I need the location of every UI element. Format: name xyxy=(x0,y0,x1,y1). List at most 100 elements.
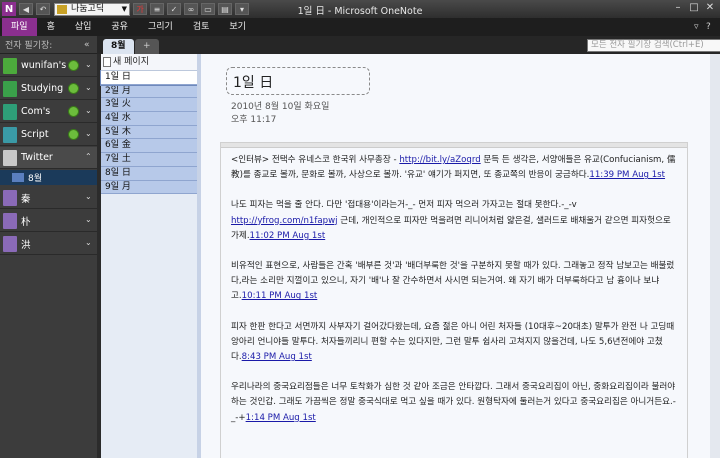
back-icon[interactable]: ◀ xyxy=(19,3,33,15)
notebook-name: Studying xyxy=(21,83,64,94)
qat-more-icon[interactable]: ▾ xyxy=(235,3,249,15)
maximize-icon[interactable]: □ xyxy=(688,2,700,14)
page-date: 2010년 8월 10일 화요일 xyxy=(231,102,330,112)
minimize-icon[interactable]: – xyxy=(672,2,684,14)
notebook-icon xyxy=(3,212,17,229)
notebook-chin[interactable]: 秦 ⌄ xyxy=(0,187,97,209)
chevron-down-icon[interactable]: ⌄ xyxy=(85,129,92,138)
notebook-icon xyxy=(3,189,17,206)
page-title[interactable]: 1일 日 xyxy=(226,67,370,95)
link-icon[interactable]: ∞ xyxy=(184,3,198,15)
page-item[interactable]: 9일 月 xyxy=(101,180,197,195)
dock-icon[interactable]: ▭ xyxy=(201,3,215,15)
section-8wol[interactable]: 8월 xyxy=(0,170,97,185)
notebook-name: Com's xyxy=(21,106,51,117)
notebook-name: 朴 xyxy=(21,216,31,228)
sync-icon xyxy=(68,129,79,140)
tab-review[interactable]: 검토 xyxy=(183,18,220,36)
tweet-timestamp[interactable]: 1:14 PM Aug 1st xyxy=(246,413,316,423)
onenote-window: N ◀ ↶ 나눔고딕 ▼ 가 ≡ ✓ ∞ ▭ ▤ ▾ 1일 日 - Micros… xyxy=(0,0,720,458)
page-item[interactable]: 1일 日 xyxy=(100,70,198,86)
chevron-down-icon[interactable]: ⌄ xyxy=(85,106,92,115)
add-page-button[interactable]: 새 페이지 xyxy=(101,54,197,71)
tweet-paragraph: <인터뷰> 전택수 유네스코 한국위 사무총장 - http://bit.ly/… xyxy=(231,153,680,183)
notebook-twitter[interactable]: Twitter ⌃ xyxy=(0,147,97,169)
onenote-app-icon[interactable]: N xyxy=(2,2,16,16)
chevron-down-icon[interactable]: ⌄ xyxy=(85,215,92,224)
font-color-icon[interactable]: 가 xyxy=(133,3,147,15)
notebook-icon xyxy=(3,149,17,166)
collapse-nav-icon[interactable]: « xyxy=(84,40,90,50)
notebook-coms[interactable]: Com's ⌄ xyxy=(0,101,97,123)
search-input[interactable]: 모든 전자 필기장 검색(Ctrl+E) xyxy=(587,39,720,52)
note-drag-handle[interactable] xyxy=(221,143,687,148)
notebook-park[interactable]: 朴 ⌄ xyxy=(0,210,97,232)
tweet-timestamp[interactable]: 11:39 PM Aug 1st xyxy=(589,170,665,180)
font-icon xyxy=(57,4,67,14)
chevron-down-icon[interactable]: ⌄ xyxy=(85,192,92,201)
section-tab-bar: 8월 + 모든 전자 필기장 검색(Ctrl+E) ⌕ ✕ xyxy=(97,36,720,54)
sync-icon xyxy=(68,83,79,94)
tab-file[interactable]: 파일 xyxy=(2,18,37,36)
page-item[interactable]: 4일 水 xyxy=(101,112,197,126)
note-body[interactable]: <인터뷰> 전택수 유네스코 한국위 사무총장 - http://bit.ly/… xyxy=(231,153,680,441)
undo-icon[interactable]: ↶ xyxy=(36,3,50,15)
page-canvas[interactable]: 1일 日 2010년 8월 10일 화요일 오후 11:17 <인터뷰> 전택수… xyxy=(197,54,720,458)
chevron-down-icon[interactable]: ▼ xyxy=(122,4,127,15)
tweet-timestamp[interactable]: 11:02 PM Aug 1st xyxy=(250,231,326,241)
notebook-icon xyxy=(3,235,17,252)
page-item[interactable]: 8일 日 xyxy=(101,166,197,181)
chevron-down-icon[interactable]: ⌄ xyxy=(85,83,92,92)
notebook-studying[interactable]: Studying ⌄ xyxy=(0,78,97,100)
notebook-hong[interactable]: 洪 ⌄ xyxy=(0,233,97,255)
new-page-icon xyxy=(103,57,111,67)
tab-view[interactable]: 보기 xyxy=(219,18,256,36)
tweet-link[interactable]: http://bit.ly/aZoqrd xyxy=(399,155,480,165)
font-selector[interactable]: 나눔고딕 ▼ xyxy=(54,2,130,16)
page-time: 오후 11:17 xyxy=(231,115,277,125)
sync-icon xyxy=(68,60,79,71)
full-page-icon[interactable]: ▤ xyxy=(218,3,232,15)
font-name: 나눔고딕 xyxy=(71,3,105,14)
notebook-icon xyxy=(3,126,17,143)
tab-new-section[interactable]: + xyxy=(135,39,159,54)
page-item[interactable]: 6일 金 xyxy=(101,139,197,154)
notebook-name: wunifan's xyxy=(21,60,67,71)
title-bar: N ◀ ↶ 나눔고딕 ▼ 가 ≡ ✓ ∞ ▭ ▤ ▾ 1일 日 - Micros… xyxy=(0,0,720,18)
tag-icon[interactable]: ✓ xyxy=(167,3,181,15)
ribbon-expand-icon[interactable]: ▿ xyxy=(694,22,699,32)
ribbon-tabs: 파일 홈 삽입 공유 그리기 검토 보기 ▿ ? xyxy=(0,18,720,36)
close-icon[interactable]: ✕ xyxy=(704,2,716,14)
vertical-scrollbar[interactable] xyxy=(710,54,720,458)
page-item[interactable]: 5일 木 xyxy=(101,125,197,140)
page-item[interactable]: 2일 月 xyxy=(101,84,197,99)
tab-insert[interactable]: 삽입 xyxy=(65,18,102,36)
page-list: 새 페이지 1일 日 2일 月 3일 火 4일 水 5일 木 6일 金 7일 土… xyxy=(100,54,198,458)
notebook-icon xyxy=(3,80,17,97)
tweet-timestamp[interactable]: 10:11 PM Aug 1st xyxy=(242,291,318,301)
tab-draw[interactable]: 그리기 xyxy=(138,18,183,36)
notebook-script[interactable]: Script ⌄ xyxy=(0,124,97,146)
notebook-name: 秦 xyxy=(21,193,31,205)
chevron-down-icon[interactable]: ⌄ xyxy=(85,238,92,247)
tab-share[interactable]: 공유 xyxy=(101,18,138,36)
bullets-icon[interactable]: ≡ xyxy=(150,3,164,15)
section-name: 8월 xyxy=(28,174,43,184)
page-item[interactable]: 3일 火 xyxy=(101,98,197,113)
page-item[interactable]: 7일 土 xyxy=(101,153,197,167)
tweet-paragraph: 비유적인 표현으로, 사람들은 간혹 '배부른 것'과 '배더부룩한 것'을 구… xyxy=(231,259,680,305)
notebook-name: Script xyxy=(21,129,49,140)
tab-home[interactable]: 홈 xyxy=(37,18,65,36)
tweet-link[interactable]: http://yfrog.com/n1fapwj xyxy=(231,216,338,226)
notebook-navigation: 전자 필기장: « wunifan's ⌄ Studying ⌄ Com's ⌄… xyxy=(0,36,97,458)
tab-section-8wol[interactable]: 8월 xyxy=(103,39,134,54)
tweet-paragraph: 나도 피자는 먹을 줄 안다. 다만 '접대용'이라는거-_- 먼저 피자 먹으… xyxy=(231,198,680,244)
chevron-up-icon[interactable]: ⌃ xyxy=(85,152,92,161)
help-icon[interactable]: ? xyxy=(706,22,711,32)
tweet-timestamp[interactable]: 8:43 PM Aug 1st xyxy=(242,352,312,362)
chevron-down-icon[interactable]: ⌄ xyxy=(85,60,92,69)
sync-icon xyxy=(68,106,79,117)
notebook-icon xyxy=(3,103,17,120)
note-container[interactable]: <인터뷰> 전택수 유네스코 한국위 사무총장 - http://bit.ly/… xyxy=(220,142,688,458)
notebook-wunifans[interactable]: wunifan's ⌄ xyxy=(0,55,97,77)
